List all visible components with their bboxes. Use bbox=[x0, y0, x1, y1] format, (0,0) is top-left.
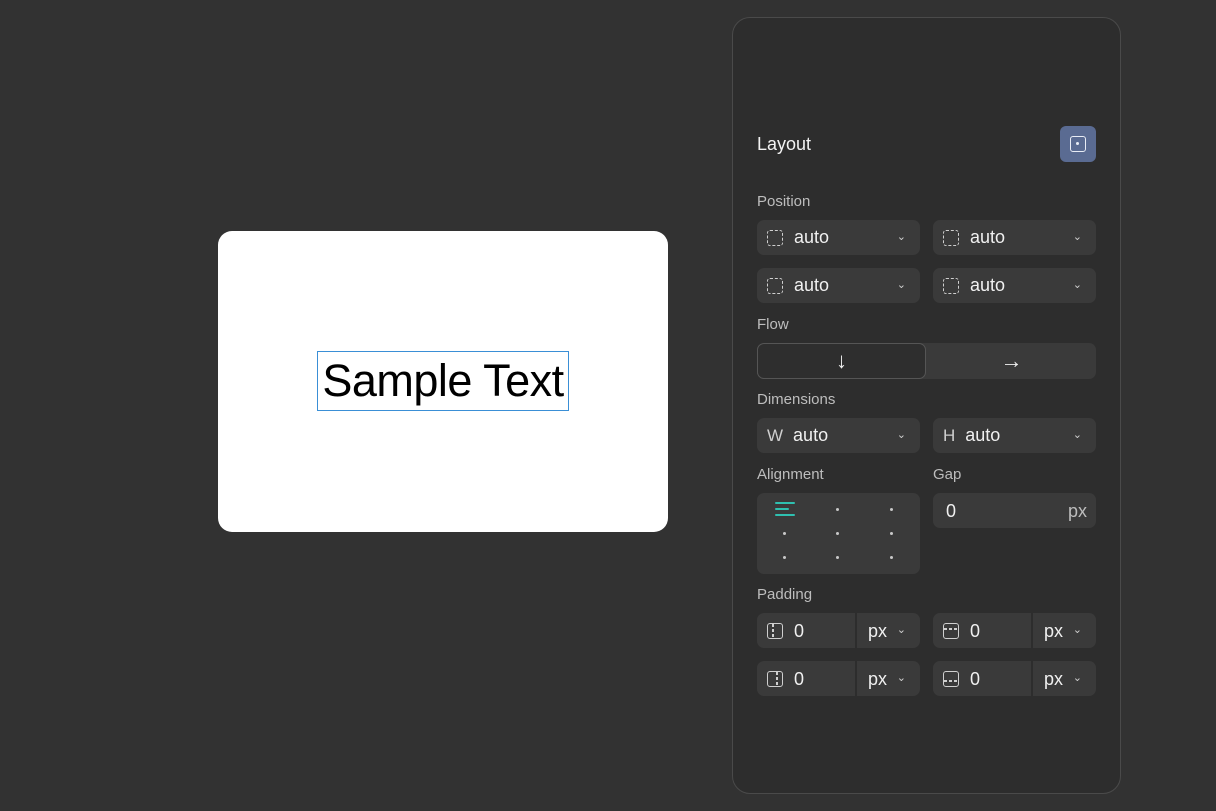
padding-bottom-input[interactable]: 0 px ⌄ bbox=[933, 661, 1096, 696]
panel-title: Layout bbox=[757, 134, 812, 154]
padding-top-value[interactable]: 0 bbox=[970, 621, 980, 642]
position-select-4[interactable]: auto ⌄ bbox=[933, 268, 1096, 303]
position-label: Position bbox=[757, 193, 811, 210]
layout-toggle-button[interactable] bbox=[1060, 126, 1096, 162]
height-prefix: H bbox=[943, 425, 956, 445]
divider bbox=[1031, 613, 1033, 648]
align-middle-right-dot[interactable] bbox=[890, 532, 893, 535]
dashed-box-icon bbox=[943, 229, 959, 246]
divider bbox=[855, 613, 857, 648]
divider bbox=[1031, 661, 1033, 696]
flow-horizontal-button[interactable]: → bbox=[927, 343, 1096, 379]
dashed-box-icon bbox=[943, 277, 959, 294]
alignment-label: Alignment bbox=[757, 466, 824, 483]
position-value-2: auto bbox=[970, 227, 1006, 247]
chevron-down-icon: ⌄ bbox=[896, 279, 906, 291]
position-select-1[interactable]: auto ⌄ bbox=[757, 220, 920, 255]
chevron-down-icon: ⌄ bbox=[1072, 279, 1082, 291]
chevron-down-icon: ⌄ bbox=[1072, 231, 1082, 243]
app-stage: Sample Text Layout Position auto ⌄ auto … bbox=[0, 0, 1216, 811]
width-prefix: W bbox=[767, 425, 784, 445]
sample-text-element[interactable]: Sample Text bbox=[317, 351, 569, 411]
height-select[interactable]: H auto ⌄ bbox=[933, 418, 1096, 453]
dashed-box-icon bbox=[767, 229, 783, 246]
chevron-down-icon: ⌄ bbox=[1072, 672, 1082, 684]
position-select-2[interactable]: auto ⌄ bbox=[933, 220, 1096, 255]
padding-right-icon bbox=[767, 671, 783, 687]
align-bottom-center-dot[interactable] bbox=[836, 556, 839, 559]
position-select-3[interactable]: auto ⌄ bbox=[757, 268, 920, 303]
padding-left-unit[interactable]: px bbox=[868, 621, 887, 642]
padding-bottom-icon bbox=[943, 671, 959, 687]
align-top-right-dot[interactable] bbox=[890, 508, 893, 511]
gap-input[interactable]: 0 px bbox=[933, 493, 1096, 528]
align-middle-center-dot[interactable] bbox=[836, 532, 839, 535]
padding-top-icon bbox=[943, 623, 959, 639]
padding-left-input[interactable]: 0 px ⌄ bbox=[757, 613, 920, 648]
height-value: auto bbox=[965, 425, 1001, 445]
layout-center-icon bbox=[1070, 136, 1086, 152]
divider bbox=[855, 661, 857, 696]
padding-bottom-unit[interactable]: px bbox=[1044, 669, 1063, 690]
gap-value: 0 bbox=[946, 501, 957, 521]
padding-top-unit[interactable]: px bbox=[1044, 621, 1063, 642]
chevron-down-icon: ⌄ bbox=[896, 672, 906, 684]
chevron-down-icon: ⌄ bbox=[896, 624, 906, 636]
canvas-card[interactable]: Sample Text bbox=[218, 231, 668, 532]
padding-right-unit[interactable]: px bbox=[868, 669, 887, 690]
flow-label: Flow bbox=[757, 316, 789, 333]
chevron-down-icon: ⌄ bbox=[896, 231, 906, 243]
alignment-grid[interactable] bbox=[757, 493, 920, 574]
dimensions-label: Dimensions bbox=[757, 391, 836, 408]
align-top-left-icon[interactable] bbox=[775, 502, 795, 520]
position-value-1: auto bbox=[794, 227, 830, 247]
chevron-down-icon: ⌄ bbox=[1072, 429, 1082, 441]
padding-right-value[interactable]: 0 bbox=[794, 669, 804, 690]
dashed-box-icon bbox=[767, 277, 783, 294]
align-bottom-right-dot[interactable] bbox=[890, 556, 893, 559]
padding-left-value[interactable]: 0 bbox=[794, 621, 804, 642]
width-value: auto bbox=[793, 425, 829, 445]
gap-label: Gap bbox=[933, 466, 962, 483]
padding-top-input[interactable]: 0 px ⌄ bbox=[933, 613, 1096, 648]
align-middle-left-dot[interactable] bbox=[783, 532, 786, 535]
padding-right-input[interactable]: 0 px ⌄ bbox=[757, 661, 920, 696]
position-value-4: auto bbox=[970, 275, 1006, 295]
align-bottom-left-dot[interactable] bbox=[783, 556, 786, 559]
padding-left-icon bbox=[767, 623, 783, 639]
padding-bottom-value[interactable]: 0 bbox=[970, 669, 980, 690]
padding-label: Padding bbox=[757, 586, 813, 603]
width-select[interactable]: W auto ⌄ bbox=[757, 418, 920, 453]
flow-toggle: ↓ → bbox=[757, 343, 1096, 379]
layout-panel: Layout Position auto ⌄ auto ⌄ auto ⌄ aut… bbox=[732, 17, 1121, 794]
position-value-3: auto bbox=[794, 275, 830, 295]
chevron-down-icon: ⌄ bbox=[896, 429, 906, 441]
chevron-down-icon: ⌄ bbox=[1072, 624, 1082, 636]
gap-unit: px bbox=[1067, 501, 1087, 521]
flow-vertical-button[interactable]: ↓ bbox=[757, 343, 926, 379]
align-top-center-dot[interactable] bbox=[836, 508, 839, 511]
